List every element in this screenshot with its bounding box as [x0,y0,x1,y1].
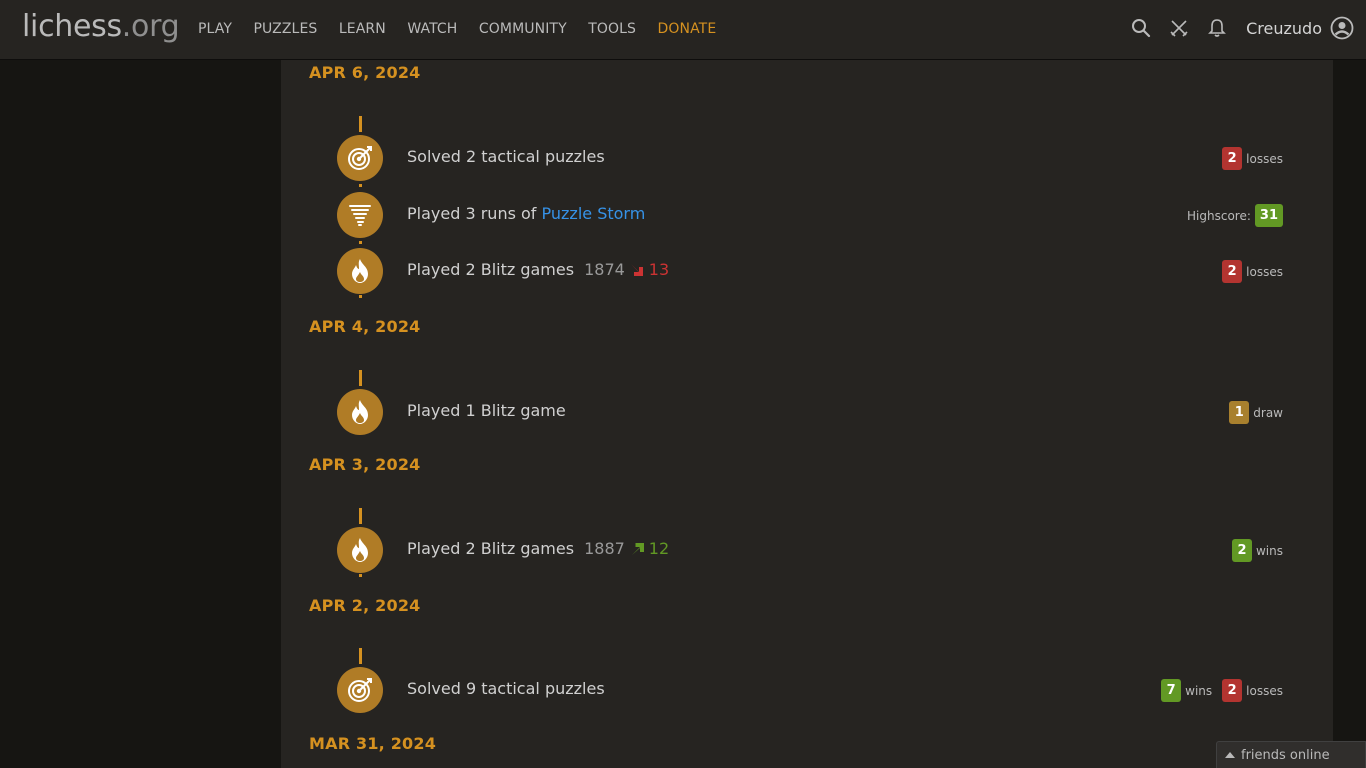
day-title: APR 3, 2024 [309,455,421,474]
draws-label: draw [1253,405,1283,420]
timeline-connector [359,648,362,664]
timeline-dot [359,295,362,298]
logo-text: lichess [22,9,122,44]
blitz-fire-icon [337,527,383,573]
friends-online-toggle[interactable]: friends online [1216,741,1366,768]
entry-text: Played 3 runs of Puzzle Storm [407,204,645,223]
wins-label: wins [1185,683,1213,698]
entry-text: Solved 9 tactical puzzles [407,679,605,698]
puzzle-storm-link[interactable]: Puzzle Storm [542,204,646,223]
activity-entry: Played 1 Blitz game 1 draw [337,389,1283,435]
entry-score: 7 wins 2 losses [1161,679,1283,702]
losses-badge: 2 [1222,679,1243,702]
nav-watch[interactable]: WATCH [407,21,457,37]
challenge-swords-icon[interactable] [1168,17,1190,39]
site-logo[interactable]: lichess.org [22,9,180,44]
day-title: MAR 31, 2024 [309,734,437,753]
timeline-connector [359,370,362,386]
rating-diff: 13 [648,260,670,279]
bell-icon[interactable] [1206,17,1228,39]
entry-text: Played 1 Blitz game [407,401,566,420]
storm-tornado-icon [337,192,383,238]
page-background [0,60,281,768]
username[interactable]: Creuzudo [1246,19,1322,38]
entry-score: 2 losses [1222,260,1283,283]
timeline-dot [359,184,362,187]
entry-text-prefix: Played 3 runs of [407,204,542,223]
timeline-dot [359,241,362,244]
highscore-label: Highscore: [1187,208,1251,223]
entry-score: 2 losses [1222,147,1283,170]
entry-text: Played 2 Blitz games 1874 13 [407,260,669,279]
nav-community[interactable]: COMMUNITY [479,21,567,37]
rating-value: 1874 [584,260,625,279]
rating-up-arrow-icon [631,543,644,555]
timeline-connector [359,508,362,524]
chevron-up-icon [1225,752,1235,758]
draws-badge: 1 [1229,401,1250,424]
wins-badge: 7 [1161,679,1182,702]
blitz-fire-icon [337,248,383,294]
site-header: lichess.org PLAY PUZZLES LEARN WATCH COM… [0,0,1366,60]
entry-text: Played 2 Blitz games 1887 12 [407,539,669,558]
entry-label: Played 2 Blitz games [407,260,575,279]
blitz-fire-icon [337,389,383,435]
activity-entry: Played 3 runs of Puzzle Storm Highscore:… [337,192,1283,238]
timeline-connector [359,116,362,132]
losses-label: losses [1246,683,1283,698]
wins-badge: 2 [1231,539,1252,562]
nav-play[interactable]: PLAY [198,21,232,37]
user-avatar-icon[interactable] [1330,16,1354,40]
entry-score: 2 wins [1231,539,1283,562]
day-title: APR 2, 2024 [309,596,421,615]
losses-badge: 2 [1222,147,1243,170]
nav-puzzles[interactable]: PUZZLES [254,21,318,37]
entry-label: Played 2 Blitz games [407,539,575,558]
activity-panel: APR 6, 2024 Solved 2 tactical puzzles 2 … [281,60,1333,768]
entry-score: Highscore: 31 [1187,204,1283,227]
header-right: Creuzudo [1114,16,1354,40]
day-title: APR 4, 2024 [309,317,421,336]
rating-diff: 12 [648,539,670,558]
day-title: APR 6, 2024 [309,63,421,82]
wins-label: wins [1255,543,1283,558]
entry-score: 1 draw [1229,401,1283,424]
logo-tld: .org [121,9,180,44]
nav-tools[interactable]: TOOLS [588,21,636,37]
puzzle-target-icon [337,135,383,181]
puzzle-target-icon [337,667,383,713]
activity-entry: Played 2 Blitz games 1887 12 2 wins [337,527,1283,573]
entry-text: Solved 2 tactical puzzles [407,147,605,166]
activity-entry: Played 2 Blitz games 1874 13 2 losses [337,248,1283,294]
friends-online-label: friends online [1241,747,1330,763]
highscore-badge: 31 [1254,204,1283,227]
nav-learn[interactable]: LEARN [339,21,386,37]
losses-label: losses [1246,264,1283,279]
losses-label: losses [1246,151,1283,166]
losses-badge: 2 [1222,260,1243,283]
activity-entry: Solved 9 tactical puzzles 7 wins 2 losse… [337,667,1283,713]
main-nav: PLAY PUZZLES LEARN WATCH COMMUNITY TOOLS… [198,21,738,37]
activity-entry: Solved 2 tactical puzzles 2 losses [337,135,1283,181]
timeline-dot [359,574,362,577]
search-icon[interactable] [1130,17,1152,39]
nav-donate[interactable]: DONATE [658,21,717,37]
rating-down-arrow-icon [630,264,643,276]
rating-value: 1887 [584,539,625,558]
